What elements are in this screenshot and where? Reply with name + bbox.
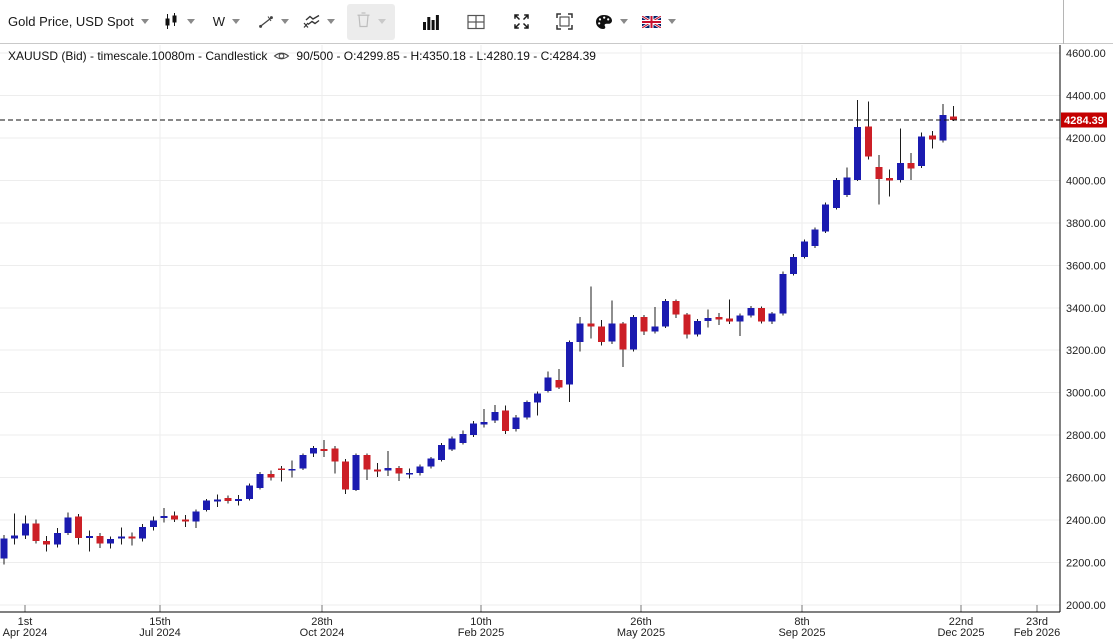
palette-icon — [595, 14, 613, 30]
chevron-down-icon — [281, 19, 289, 24]
screenshot-frame-button[interactable] — [556, 13, 573, 30]
fullscreen-expand-icon — [513, 13, 530, 30]
svg-text:Feb 2025: Feb 2025 — [458, 627, 504, 639]
chart-area: 4600.00 4400.00 4200.00 4000.00 3800.00 3600.… — [0, 44, 1113, 643]
svg-text:2200.00: 2200.00 — [1066, 558, 1106, 570]
chart-info-line: XAUUSD (Bid) - timescale.10080m - Candle… — [8, 49, 596, 63]
volume-toggle-button[interactable] — [423, 14, 439, 30]
eye-icon[interactable] — [273, 50, 290, 62]
svg-text:4400.00: 4400.00 — [1066, 91, 1106, 103]
layout-grid-button[interactable] — [467, 14, 485, 30]
trendline-icon — [258, 14, 274, 30]
svg-text:Oct 2024: Oct 2024 — [300, 627, 345, 639]
svg-text:3200.00: 3200.00 — [1066, 345, 1106, 357]
svg-text:Sep 2025: Sep 2025 — [778, 627, 825, 639]
language-selector[interactable] — [642, 15, 676, 28]
timeframe-label: W — [212, 14, 225, 29]
svg-text:3000.00: 3000.00 — [1066, 388, 1106, 400]
candlestick-chart[interactable]: 4600.00 4400.00 4200.00 4000.00 3800.00 3600.… — [0, 44, 1113, 643]
trash-icon — [356, 11, 371, 33]
chevron-down-icon — [620, 19, 628, 24]
fullscreen-button[interactable] — [513, 13, 530, 30]
symbol-label: Gold Price, USD Spot — [8, 14, 134, 29]
symbol-selector[interactable]: Gold Price, USD Spot — [8, 14, 149, 29]
svg-text:Dec 2025: Dec 2025 — [937, 627, 984, 639]
chevron-down-icon — [186, 19, 195, 24]
svg-text:2600.00: 2600.00 — [1066, 473, 1106, 485]
compare-tool-button[interactable] — [303, 14, 335, 29]
chevron-down-icon — [668, 19, 676, 24]
uk-flag-icon — [642, 15, 661, 28]
delete-tool-button-disabled — [347, 3, 395, 40]
series-descriptor: XAUUSD (Bid) - timescale.10080m - Candle… — [8, 49, 268, 63]
toolbar-separator — [1063, 0, 1064, 44]
svg-text:Apr 2024: Apr 2024 — [3, 627, 48, 639]
chevron-down-icon — [378, 19, 386, 24]
chart-type-selector[interactable] — [163, 13, 195, 30]
theme-palette-button[interactable] — [595, 14, 628, 30]
compare-icon — [303, 14, 320, 29]
svg-text:2000.00: 2000.00 — [1066, 600, 1106, 612]
chevron-down-icon — [140, 19, 149, 24]
svg-text:4000.00: 4000.00 — [1066, 175, 1106, 187]
svg-text:3400.00: 3400.00 — [1066, 303, 1106, 315]
svg-text:May 2025: May 2025 — [617, 627, 665, 639]
screenshot-frame-icon — [556, 13, 573, 30]
svg-text:Feb 2026: Feb 2026 — [1014, 627, 1060, 639]
volume-bars-icon — [423, 14, 439, 30]
timeframe-selector[interactable]: W — [213, 14, 240, 29]
svg-text:4600.00: 4600.00 — [1066, 48, 1106, 60]
chevron-down-icon — [327, 19, 335, 24]
chevron-down-icon — [232, 19, 240, 24]
ohlc-readout: 90/500 - O:4299.85 - H:4350.18 - L:4280.… — [296, 49, 596, 63]
svg-text:3800.00: 3800.00 — [1066, 218, 1106, 230]
layout-grid-icon — [467, 14, 485, 30]
svg-text:3600.00: 3600.00 — [1066, 260, 1106, 272]
svg-text:2800.00: 2800.00 — [1066, 430, 1106, 442]
toolbar: Gold Price, USD Spot W — [0, 0, 1113, 44]
svg-text:2400.00: 2400.00 — [1066, 515, 1106, 527]
svg-text:4200.00: 4200.00 — [1066, 133, 1106, 145]
svg-text:4284.39: 4284.39 — [1064, 115, 1104, 127]
trendline-tool-button[interactable] — [258, 14, 289, 30]
candlestick-chart-type-icon — [163, 13, 180, 30]
svg-text:Jul 2024: Jul 2024 — [139, 627, 181, 639]
